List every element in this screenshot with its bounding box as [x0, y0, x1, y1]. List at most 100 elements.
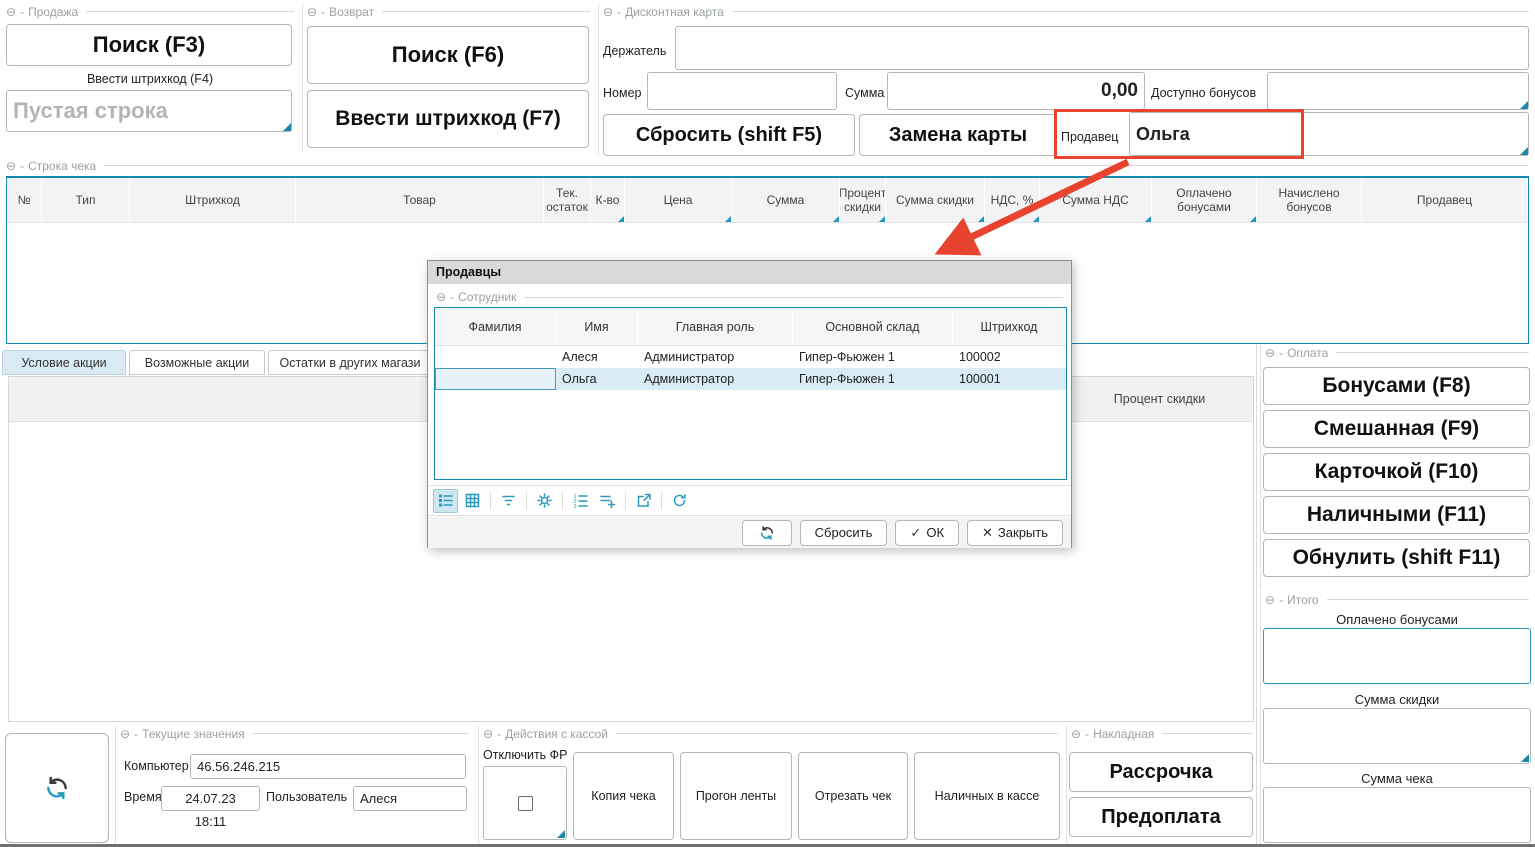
- promo-col-discount[interactable]: Процент скидки: [1066, 377, 1253, 421]
- add-row-icon[interactable]: [595, 489, 620, 513]
- collapse-icon[interactable]: ⊖: [307, 6, 317, 18]
- check-icon: ✓: [910, 525, 921, 541]
- card-reset-button[interactable]: Сбросить (shift F5): [603, 114, 855, 156]
- receipt-column-header[interactable]: Штрихкод: [130, 178, 296, 222]
- reload-icon[interactable]: [667, 489, 692, 513]
- employees-column-header[interactable]: Штрихкод: [953, 308, 1066, 345]
- collapse-icon[interactable]: ⊖: [1071, 728, 1081, 740]
- sort-grip-icon: [1250, 216, 1256, 222]
- employees-column-header[interactable]: Главная роль: [638, 308, 793, 345]
- grid-icon[interactable]: [460, 489, 485, 513]
- payment-button[interactable]: Наличными (F11): [1263, 496, 1530, 534]
- receipt-column-header[interactable]: Сумма НДС: [1040, 178, 1152, 222]
- disable-fr-checkbox[interactable]: [518, 796, 533, 811]
- time-value[interactable]: 24.07.23 18:11: [161, 786, 260, 811]
- collapse-icon[interactable]: ⊖: [6, 6, 16, 18]
- prepayment-button[interactable]: Предоплата: [1069, 797, 1253, 837]
- receipt-column-header[interactable]: Тип: [42, 178, 130, 222]
- seller-input[interactable]: [1129, 112, 1529, 156]
- cash-action-button[interactable]: Прогон ленты: [680, 752, 792, 840]
- employee-cell[interactable]: Гипер-Фьюжен 1: [793, 346, 953, 368]
- receipt-column-header[interactable]: Тек. остаток: [544, 178, 591, 222]
- receipt-column-header[interactable]: Сумма: [732, 178, 840, 222]
- toolbar-separator: [490, 492, 491, 510]
- list-view-icon[interactable]: [433, 489, 458, 513]
- employee-cell[interactable]: [435, 346, 556, 368]
- sale-search-button[interactable]: Поиск (F3): [6, 24, 292, 66]
- receipt-column-header[interactable]: Цена: [625, 178, 732, 222]
- receipt-column-header[interactable]: Процент скидки: [840, 178, 886, 222]
- receipt-column-header[interactable]: Сумма скидки: [886, 178, 985, 222]
- employee-cell[interactable]: Ольга: [556, 368, 638, 390]
- card-replace-button[interactable]: Замена карты: [859, 114, 1057, 156]
- receipt-column-header[interactable]: К-во: [591, 178, 625, 222]
- payment-button[interactable]: Смешанная (F9): [1263, 410, 1530, 448]
- filter-icon[interactable]: [496, 489, 521, 513]
- collapse-icon[interactable]: ⊖: [1265, 347, 1275, 359]
- payment-button[interactable]: Карточкой (F10): [1263, 453, 1530, 491]
- employee-cell[interactable]: Гипер-Фьюжен 1: [793, 368, 953, 390]
- receipt-table-header: №ТипШтрихкодТоварТек. остатокК-воЦенаСум…: [7, 178, 1528, 223]
- dialog-reset-button[interactable]: Сбросить: [800, 520, 888, 546]
- available-bonus-input[interactable]: [1267, 72, 1529, 110]
- receipt-column-header[interactable]: Товар: [296, 178, 544, 222]
- collapse-icon[interactable]: ⊖: [120, 728, 130, 740]
- group-title: Оплата: [1287, 346, 1328, 360]
- payment-button[interactable]: Бонусами (F8): [1263, 367, 1530, 405]
- receipt-column-header[interactable]: НДС, %: [985, 178, 1040, 222]
- promo-tab[interactable]: Возможные акции: [129, 350, 265, 375]
- employee-cell[interactable]: Администратор: [638, 368, 793, 390]
- group-title: Сотрудник: [458, 290, 516, 304]
- sale-barcode-input[interactable]: [6, 90, 292, 132]
- user-value[interactable]: Алеся: [353, 786, 467, 811]
- payment-button[interactable]: Обнулить (shift F11): [1263, 539, 1530, 577]
- collapse-icon[interactable]: ⊖: [603, 6, 613, 18]
- collapse-icon[interactable]: ⊖: [436, 291, 446, 303]
- return-barcode-button[interactable]: Ввести штрихкод (F7): [307, 90, 589, 148]
- dialog-ok-button[interactable]: ✓ ОК: [895, 520, 959, 546]
- collapse-icon[interactable]: ⊖: [6, 160, 16, 172]
- dialog-title[interactable]: Продавцы: [428, 261, 1071, 284]
- cash-action-button[interactable]: Отрезать чек: [798, 752, 908, 840]
- employee-row[interactable]: ОльгаАдминистраторГипер-Фьюжен 1100001: [435, 368, 1066, 390]
- dialog-refresh-button[interactable]: [742, 520, 792, 546]
- receipt-column-header[interactable]: Продавец: [1362, 178, 1528, 222]
- employee-cell[interactable]: 100001: [953, 368, 1066, 390]
- dialog-close-button[interactable]: ✕ Закрыть: [967, 520, 1063, 546]
- employee-cell[interactable]: Администратор: [638, 346, 793, 368]
- employee-cell[interactable]: Алеся: [556, 346, 638, 368]
- receipt-column-header[interactable]: Начислено бонусов: [1257, 178, 1362, 222]
- dialog-footer: Сбросить ✓ ОК ✕ Закрыть: [428, 517, 1071, 548]
- receipt-column-header[interactable]: Оплачено бонусами: [1152, 178, 1257, 222]
- bonus-paid-label: Оплачено бонусами: [1261, 612, 1533, 627]
- discount-sum-input[interactable]: [1263, 708, 1531, 764]
- employee-group-header: ⊖- Сотрудник: [432, 288, 1067, 306]
- export-icon[interactable]: [631, 489, 656, 513]
- bonus-paid-input[interactable]: [1263, 628, 1531, 684]
- refresh-button[interactable]: [5, 733, 109, 843]
- employee-cell[interactable]: [435, 368, 556, 390]
- holder-input[interactable]: [675, 26, 1529, 70]
- employees-column-header[interactable]: Имя: [556, 308, 638, 345]
- employees-column-header[interactable]: Фамилия: [435, 308, 556, 345]
- collapse-icon[interactable]: ⊖: [1265, 594, 1275, 606]
- promo-tab[interactable]: Условие акции: [2, 350, 126, 375]
- numbered-list-icon[interactable]: 123: [568, 489, 593, 513]
- computer-value[interactable]: 46.56.246.215: [190, 754, 466, 779]
- installment-button[interactable]: Рассрочка: [1069, 752, 1253, 792]
- cash-action-button[interactable]: Наличных в кассе: [914, 752, 1060, 840]
- return-search-button[interactable]: Поиск (F6): [307, 26, 589, 84]
- card-number-input[interactable]: [647, 72, 837, 110]
- settings-icon[interactable]: [532, 489, 557, 513]
- cash-action-button[interactable]: Копия чека: [573, 752, 674, 840]
- promo-tabs: Условие акцииВозможные акцииОстатки в др…: [2, 350, 432, 375]
- promo-tab[interactable]: Остатки в других магази: [268, 350, 432, 375]
- employee-cell[interactable]: 100002: [953, 346, 1066, 368]
- amount-input[interactable]: [887, 72, 1145, 110]
- employee-row[interactable]: АлесяАдминистраторГипер-Фьюжен 1100002: [435, 346, 1066, 368]
- employees-column-header[interactable]: Основной склад: [793, 308, 953, 345]
- cash-action-buttons: Копия чекаПрогон лентыОтрезать чекНаличн…: [573, 752, 1060, 840]
- receipt-column-header[interactable]: №: [7, 178, 42, 222]
- collapse-icon[interactable]: ⊖: [483, 728, 493, 740]
- receipt-sum-input[interactable]: [1263, 787, 1531, 843]
